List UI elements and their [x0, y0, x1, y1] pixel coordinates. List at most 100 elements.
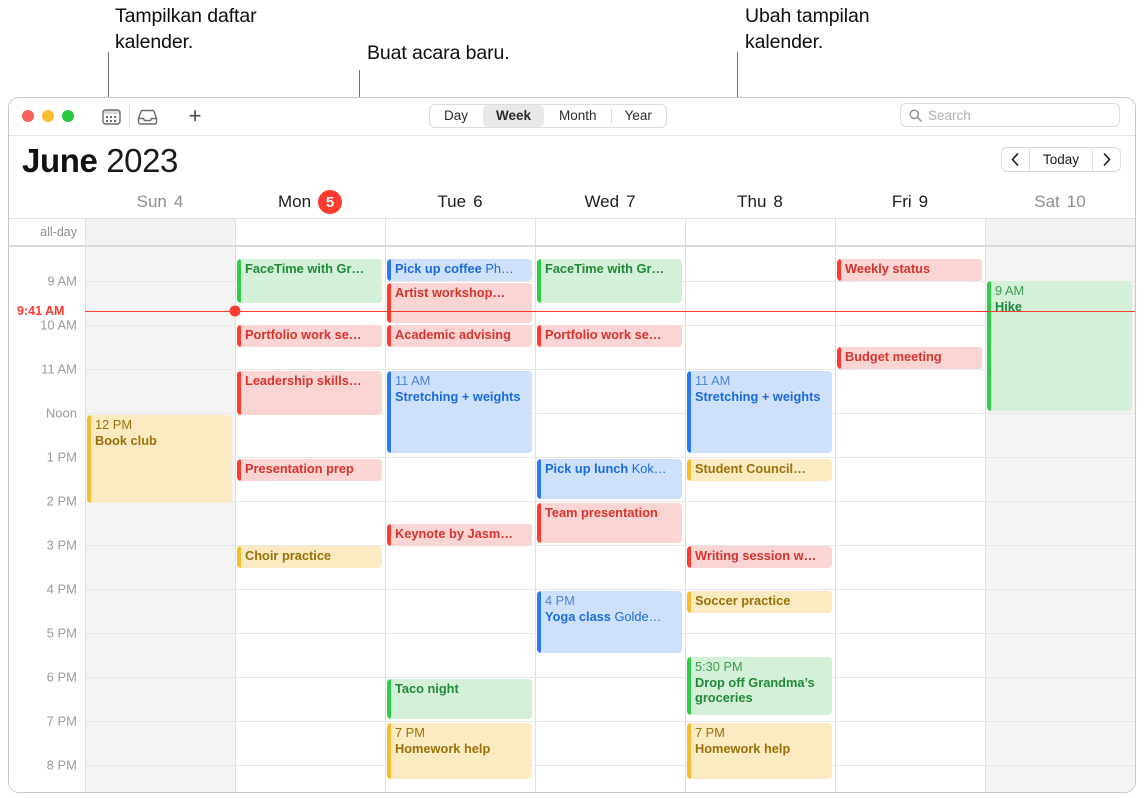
zoom-button[interactable]: [62, 110, 74, 122]
day-column-sun[interactable]: [85, 247, 235, 792]
day-header-weekday: Sat: [1034, 192, 1060, 211]
view-tab-week[interactable]: Week: [483, 105, 545, 127]
all-day-cell-mon[interactable]: [235, 219, 385, 245]
day-header-weekday: Thu: [737, 192, 767, 211]
day-header-fri[interactable]: Fri 9: [835, 186, 985, 218]
calendar-event[interactable]: 9 AM Hike: [987, 281, 1132, 411]
calendar-event[interactable]: FaceTime with Gr…: [237, 259, 382, 303]
calendar-event[interactable]: Student Council…: [687, 459, 832, 481]
calendar-event[interactable]: Leadership skills…: [237, 371, 382, 415]
week-time-grid[interactable]: 9 AM 10 AM 11 AM Noon 1 PM 2 PM 3 PM 4 PM 5 PM 6 …: [9, 247, 1135, 792]
hour-label: 10 AM: [40, 317, 77, 333]
event-color-bar: [687, 546, 691, 568]
calendar-event[interactable]: 7 PM Homework help: [687, 723, 832, 779]
event-color-bar: [387, 679, 391, 719]
calendar-event[interactable]: Writing session w…: [687, 546, 832, 568]
day-header-weekday: Mon: [277, 192, 312, 211]
hour-gridline: [85, 457, 1135, 458]
window-controls: [22, 110, 74, 122]
all-day-cell-sat[interactable]: [985, 219, 1135, 245]
event-location: Ph…: [481, 261, 514, 276]
event-color-bar: [537, 325, 541, 347]
day-header-daynum: 9: [918, 192, 929, 211]
calendar-event[interactable]: Artist workshop…: [387, 283, 532, 323]
hour-label: 4 PM: [46, 581, 77, 597]
event-time: 7 PM: [695, 725, 725, 740]
calendar-event[interactable]: Pick up lunch Kok…: [537, 459, 682, 499]
hour-label: Noon: [45, 405, 77, 421]
event-color-bar: [537, 503, 541, 543]
all-day-cell-fri[interactable]: [835, 219, 985, 245]
next-week-button[interactable]: [1093, 147, 1121, 172]
calendar-event[interactable]: 11 AM Stretching + weights: [387, 371, 532, 453]
view-tab-month[interactable]: Month: [546, 105, 610, 127]
calendar-event[interactable]: Keynote by Jasm…: [387, 524, 532, 546]
calendar-event[interactable]: FaceTime with Gr…: [537, 259, 682, 303]
calendar-list-icon[interactable]: [100, 106, 122, 127]
event-color-bar: [87, 415, 91, 503]
calendar-event[interactable]: Portfolio work se…: [237, 325, 382, 347]
previous-week-button[interactable]: [1000, 147, 1029, 172]
event-title: FaceTime with Gr…: [245, 261, 365, 276]
all-day-cell-thu[interactable]: [685, 219, 835, 245]
event-location: Kok…: [628, 461, 667, 476]
calendar-event[interactable]: Portfolio work se…: [537, 325, 682, 347]
event-color-bar: [387, 723, 391, 779]
day-header-thu[interactable]: Thu 8: [685, 186, 835, 218]
hour-gridline: [85, 721, 1135, 722]
day-header-wed[interactable]: Wed 7: [535, 186, 685, 218]
chevron-right-icon: [1103, 153, 1110, 166]
day-header-sat[interactable]: Sat 10: [985, 186, 1135, 218]
event-title: Team presentation: [545, 505, 658, 520]
calendar-event[interactable]: Presentation prep: [237, 459, 382, 481]
date-navigation: Today: [1000, 147, 1121, 172]
calendar-event[interactable]: 7 PM Homework help: [387, 723, 532, 779]
day-header-mon[interactable]: Mon 5: [235, 186, 385, 218]
all-day-cell-wed[interactable]: [535, 219, 685, 245]
calendar-event[interactable]: Taco night: [387, 679, 532, 719]
event-color-bar: [687, 371, 691, 453]
event-color-bar: [837, 259, 841, 281]
event-color-bar: [537, 591, 541, 653]
event-title: Taco night: [395, 681, 459, 696]
new-event-button[interactable]: +: [184, 105, 206, 127]
event-title: Homework help: [395, 740, 491, 756]
all-day-cell-tue[interactable]: [385, 219, 535, 245]
hour-label: 3 PM: [46, 537, 77, 553]
view-tab-year[interactable]: Year: [610, 105, 665, 127]
today-button[interactable]: Today: [1028, 147, 1093, 172]
calendar-title-bar: June 2023 Today: [9, 136, 1135, 186]
hour-label: 1 PM: [46, 449, 77, 465]
day-header-daynum: 7: [626, 192, 636, 211]
view-segmented-control[interactable]: Day Week Month Year: [429, 104, 667, 128]
view-tab-day[interactable]: Day: [431, 105, 481, 127]
calendar-event[interactable]: 11 AM Stretching + weights: [687, 371, 832, 453]
hour-label: 7 PM: [46, 713, 77, 729]
day-header-tue[interactable]: Tue 6: [385, 186, 535, 218]
day-column-fri[interactable]: [835, 247, 985, 792]
search-field[interactable]: Search: [900, 103, 1120, 127]
calendar-event[interactable]: 5:30 PM Drop off Grandma’s groceries: [687, 657, 832, 715]
callout-new-event: Buat acara baru.: [367, 42, 510, 64]
calendar-event[interactable]: 12 PM Book club: [87, 415, 232, 503]
day-header-sun[interactable]: Sun 4: [85, 186, 235, 218]
calendar-event[interactable]: Choir practice: [237, 546, 382, 568]
inbox-icon[interactable]: [136, 106, 158, 127]
minimize-button[interactable]: [42, 110, 54, 122]
calendar-event[interactable]: Budget meeting: [837, 347, 982, 369]
search-placeholder: Search: [928, 107, 971, 123]
calendar-event[interactable]: Academic advising: [387, 325, 532, 347]
callout-show-calendar-list: Tampilkan daftar kalender.: [115, 5, 257, 53]
calendar-event[interactable]: Team presentation: [537, 503, 682, 543]
event-color-bar: [987, 281, 991, 411]
event-title: Weekly status: [845, 261, 931, 276]
event-title: Student Council…: [695, 461, 806, 476]
calendar-event[interactable]: Pick up coffee Ph…: [387, 259, 532, 281]
close-button[interactable]: [22, 110, 34, 122]
calendar-event[interactable]: 4 PM Yoga class Golde…: [537, 591, 682, 653]
day-header-daynum: 6: [473, 192, 483, 211]
all-day-cell-sun[interactable]: [85, 219, 235, 245]
window-toolbar: + Day Week Month Year Search: [9, 98, 1135, 136]
calendar-event[interactable]: Soccer practice: [687, 591, 832, 613]
calendar-event[interactable]: Weekly status: [837, 259, 982, 281]
